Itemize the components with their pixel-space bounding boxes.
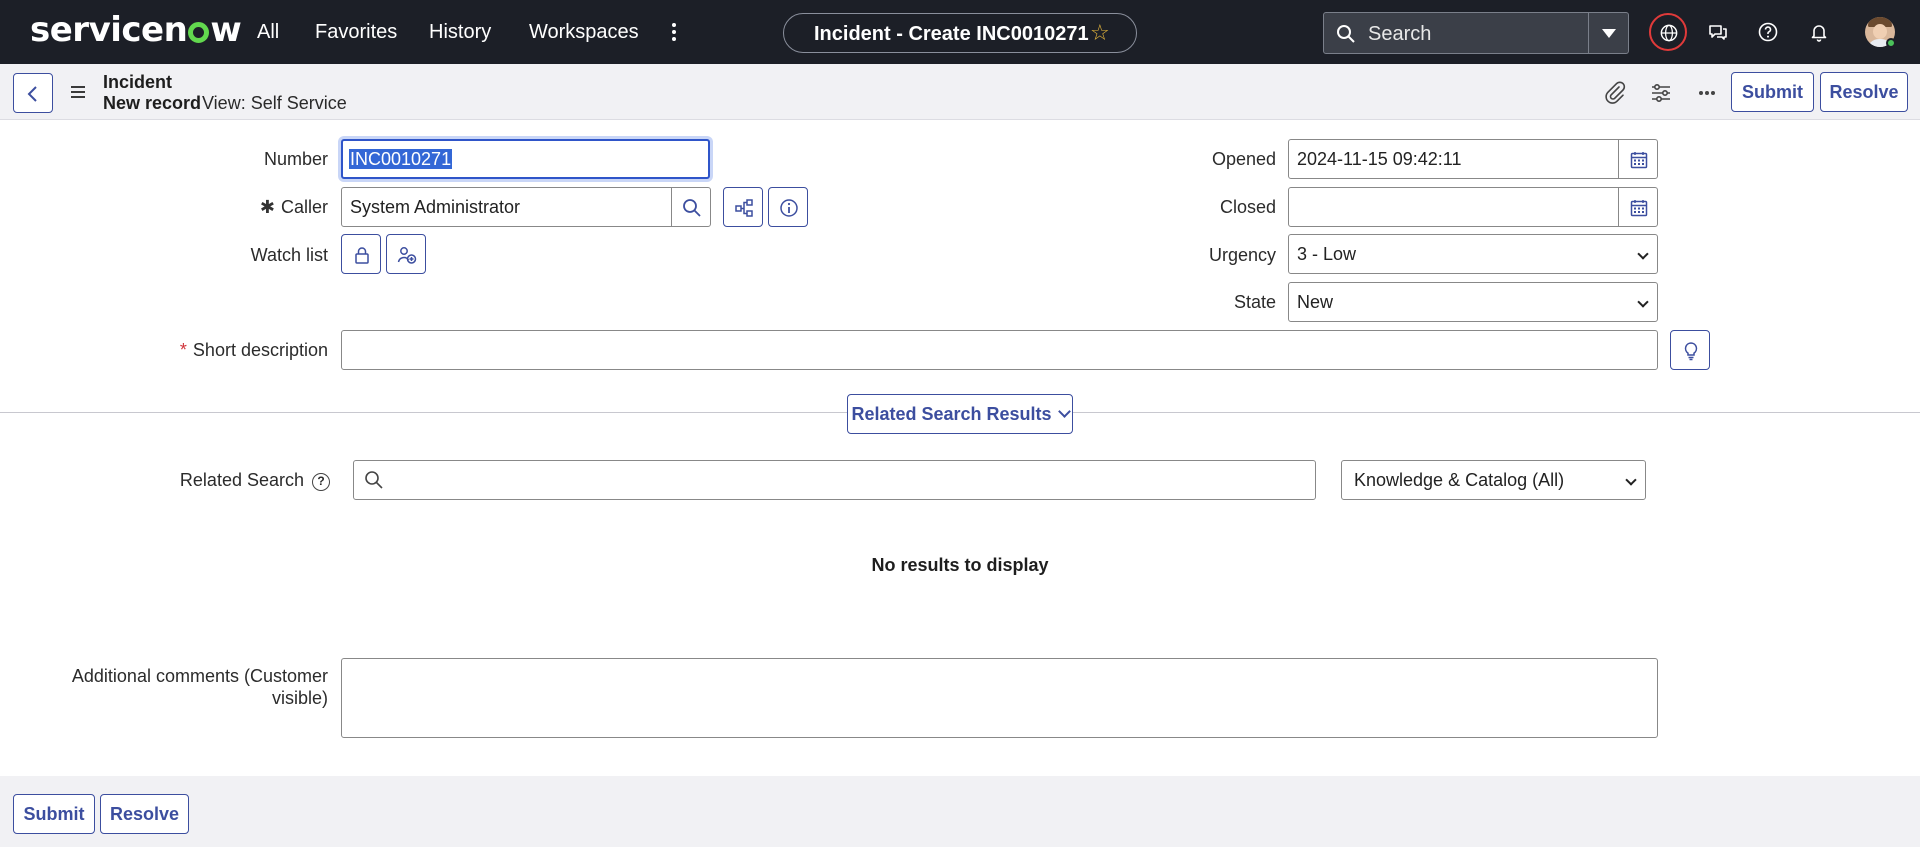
caller-label: ✱ Caller [180,196,328,218]
related-search-label-text: Related Search [179,470,304,490]
record-title: Incident - Create INC0010271 [814,23,1089,45]
search-scope-dropdown[interactable] [1588,13,1628,53]
required-filled-icon: ✱ [259,197,275,217]
header-resolve-button[interactable]: Resolve [1820,72,1908,112]
top-navigation: servicen w All Favorites History Workspac… [0,0,1920,64]
opened-calendar-button[interactable] [1618,139,1658,179]
related-search-scope-select[interactable]: Knowledge & Catalog (All) [1341,460,1646,500]
number-label: Number [263,149,328,169]
watchlist-lock-button[interactable] [341,234,381,274]
context-menu-icon[interactable] [71,86,85,101]
no-results-message: No results to display [871,555,1049,575]
urgency-label: Urgency [1208,245,1276,265]
search-icon [364,470,384,495]
calendar-icon [1630,200,1648,217]
additional-comments-label-line1: Additional comments (Customer [71,666,328,686]
search-icon [683,199,701,217]
more-menu-icon[interactable] [668,20,680,44]
chevron-down-icon [1625,474,1637,486]
related-search-results-toggle[interactable]: Related Search Results [847,394,1073,434]
more-options-icon[interactable] [1692,78,1722,108]
chevron-down-icon [1637,296,1649,308]
related-search-input[interactable] [353,460,1316,500]
opened-label: Opened [1211,149,1276,169]
short-description-label: * Short description [120,339,328,361]
personalize-form-icon[interactable] [1646,78,1676,108]
hierarchy-icon [735,199,753,217]
nav-all[interactable]: All [257,20,279,44]
info-icon [780,199,798,217]
footer-submit-button[interactable]: Submit [13,794,95,834]
caller-lookup-button[interactable] [671,187,711,227]
chevron-left-icon [27,86,37,102]
record-table-name: Incident [103,72,173,92]
add-user-icon [397,247,417,264]
state-label: State [1233,292,1276,312]
global-search-input[interactable]: Search [1368,22,1431,46]
globe-icon[interactable] [1649,13,1687,51]
record-status: New record [103,93,202,113]
lock-icon [355,247,369,264]
required-icon: * [179,340,187,360]
attachment-icon[interactable] [1600,78,1630,108]
nav-workspaces[interactable]: Workspaces [529,20,639,44]
help-icon[interactable] [1750,14,1786,50]
related-search-label: Related Search? [150,469,330,491]
lightbulb-icon [1684,342,1698,361]
record-view: View: Self Service [202,93,347,113]
closed-label: Closed [1219,197,1276,217]
servicenow-logo[interactable]: servicen w [30,10,242,50]
urgency-select[interactable]: 3 - Low [1288,234,1658,274]
record-title-pill[interactable]: Incident - Create INC0010271 ☆ [783,13,1137,53]
additional-comments-label-line2: visible) [271,688,328,708]
state-select[interactable]: New [1288,282,1658,322]
search-icon [1336,24,1356,49]
short-description-field[interactable] [341,330,1658,370]
caller-field[interactable]: System Administrator [341,187,672,227]
additional-comments-label: Additional comments (Customer visible) [60,665,328,709]
help-icon[interactable]: ? [312,473,330,491]
chevron-down-icon [1057,405,1071,418]
watchlist-add-me-button[interactable] [386,234,426,274]
number-value: INC0010271 [349,149,453,169]
global-search[interactable]: Search [1323,12,1629,54]
nav-history[interactable]: History [429,20,491,44]
bell-icon[interactable] [1801,14,1837,50]
footer-resolve-button[interactable]: Resolve [100,794,189,834]
chat-icon[interactable] [1700,14,1736,50]
caller-hierarchy-button[interactable] [723,187,763,227]
short-description-label-text: Short description [192,340,328,360]
related-search-results-label: Related Search Results [851,404,1052,424]
state-value: New [1297,292,1334,312]
presence-indicator [1886,38,1896,48]
caller-info-button[interactable] [768,187,808,227]
closed-calendar-button[interactable] [1618,187,1658,227]
opened-field[interactable]: 2024-11-15 09:42:11 [1288,139,1619,179]
chevron-down-icon [1637,248,1649,260]
number-field[interactable]: INC0010271 [341,139,710,179]
back-button[interactable] [13,73,53,113]
nav-favorites[interactable]: Favorites [315,20,397,44]
calendar-icon [1630,152,1648,169]
caller-label-text: Caller [280,197,328,217]
watchlist-label: Watch list [250,245,328,265]
urgency-value: 3 - Low [1297,244,1357,264]
form-footer: Submit Resolve [0,776,1920,847]
suggestion-button[interactable] [1670,330,1710,370]
closed-field[interactable] [1288,187,1619,227]
related-search-scope-value: Knowledge & Catalog (All) [1354,470,1565,490]
additional-comments-field[interactable] [341,658,1658,738]
favorite-star-icon[interactable]: ☆ [1090,21,1110,45]
header-submit-button[interactable]: Submit [1731,72,1814,112]
record-header: Incident New record View: Self Service S… [0,64,1920,120]
